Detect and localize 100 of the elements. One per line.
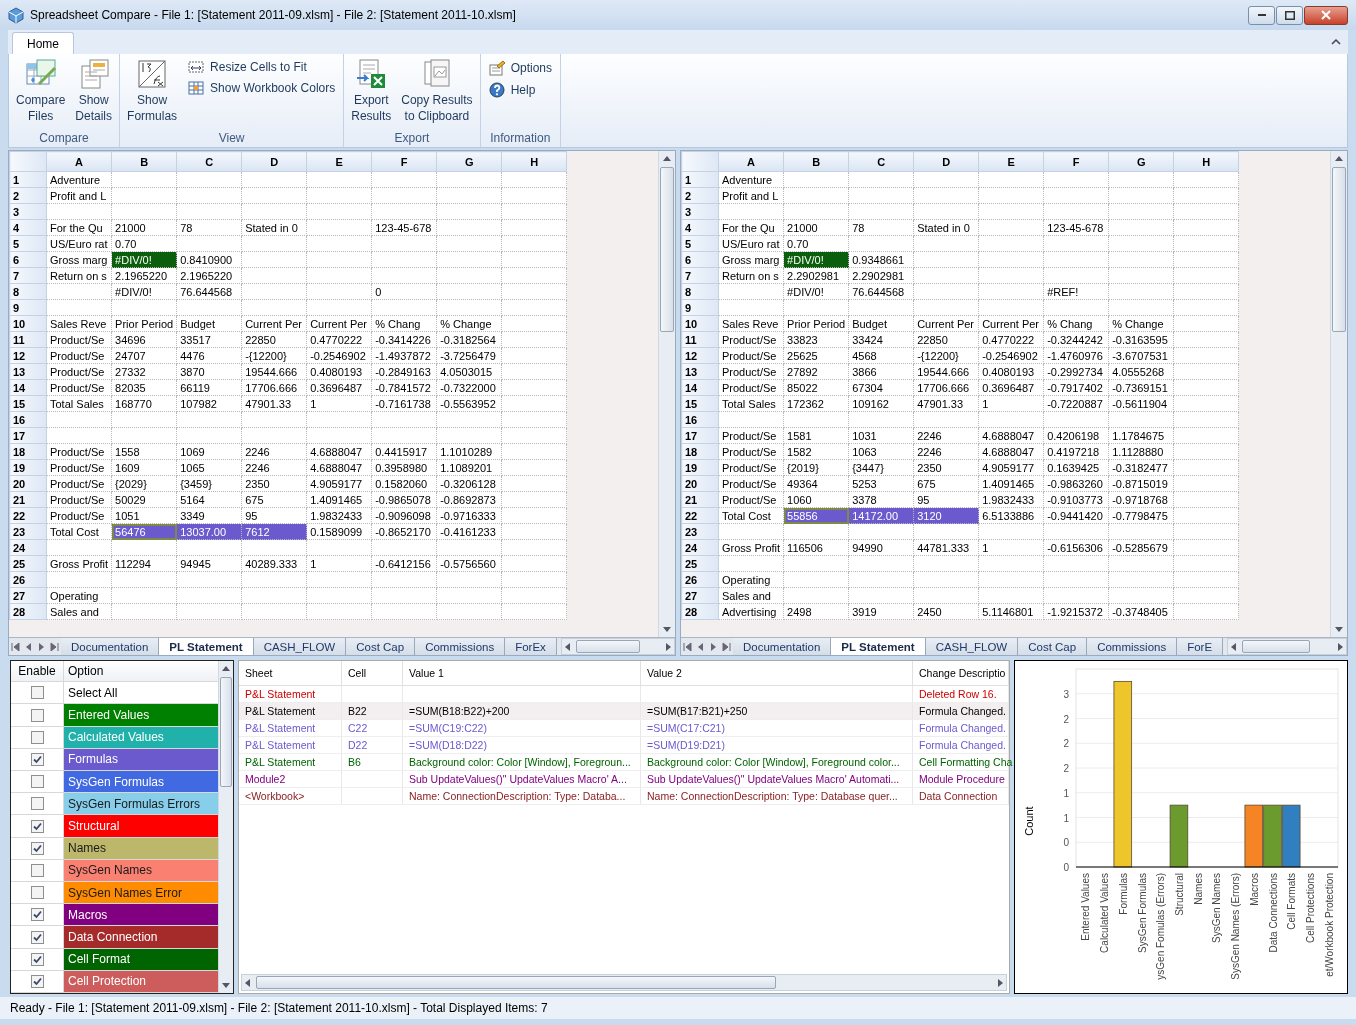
column-header[interactable]: Enable [11, 661, 64, 682]
sheet-cell[interactable]: 24707 [111, 347, 177, 364]
sheet-cell[interactable]: #DIV/0! [111, 251, 177, 268]
option-label[interactable]: Cell Format [64, 948, 218, 970]
sheet-tab[interactable]: CASH_FLOW [925, 638, 1019, 655]
sheet-cell[interactable]: 3378 [848, 491, 914, 508]
sheet-tab[interactable]: Cost Cap [346, 638, 416, 655]
sheet-cell[interactable]: 675 [241, 491, 307, 508]
option-label[interactable]: SysGen Names [64, 859, 218, 882]
sheet-cell[interactable]: 1.1010289 [436, 443, 502, 460]
sheet-cell[interactable]: -0.5285679 [1108, 539, 1174, 556]
ribbon-button[interactable]: Resize Cells to Fit [184, 58, 340, 76]
sheet-cell[interactable]: Adventure [718, 171, 784, 188]
column-header[interactable]: B [111, 151, 177, 172]
column-header[interactable]: D [241, 151, 307, 172]
sheet-cell[interactable]: 66119 [176, 379, 242, 396]
sheet-tab[interactable]: Commissions [1087, 638, 1178, 655]
sheet-cell[interactable]: Product/Se [718, 363, 784, 380]
sheet-cell[interactable]: 2246 [913, 427, 979, 444]
sheet-cell[interactable]: 2450 [913, 603, 979, 620]
sheet-cell[interactable]: -1.9215372 [1043, 603, 1109, 620]
sheet-cell[interactable]: #DIV/0! [783, 251, 849, 268]
sheet-cell[interactable]: US/Euro rat [46, 235, 112, 252]
sheet-cell[interactable]: Gross marg [718, 251, 784, 268]
sheet-cell[interactable]: 4.9059177 [978, 459, 1044, 476]
sheet-cell[interactable]: 2350 [913, 459, 979, 476]
sheet-cell[interactable]: 0.4080193 [978, 363, 1044, 380]
option-label[interactable]: Entered Values [64, 704, 218, 726]
sheet-cell[interactable]: Current Per [978, 315, 1044, 332]
sheet-cell[interactable]: 13037.00 [176, 523, 242, 540]
sheet-cell[interactable]: -0.6412156 [371, 555, 437, 572]
column-header[interactable]: E [306, 151, 372, 172]
column-header[interactable]: Value 2 [640, 661, 913, 686]
sheet-cell[interactable]: -0.9716333 [436, 507, 502, 524]
sheet-cell[interactable]: 4.6888047 [978, 443, 1044, 460]
sheet-cell[interactable]: {3447} [848, 459, 914, 476]
sheet-cell[interactable]: 34696 [111, 331, 177, 348]
sheet-cell[interactable]: -0.7369151 [1108, 379, 1174, 396]
sheet-cell[interactable]: For the Qu [46, 219, 112, 236]
sheet-cell[interactable]: 1 [306, 395, 372, 412]
column-header[interactable]: C [848, 151, 914, 172]
sheet-cell[interactable]: 94945 [176, 555, 242, 572]
sheet-cell[interactable]: -0.3244242 [1043, 331, 1109, 348]
sheet-cell[interactable]: Product/Se [46, 475, 112, 492]
sheet-cell[interactable]: 2350 [241, 475, 307, 492]
sheet-cell[interactable]: 5164 [176, 491, 242, 508]
sheet-cell[interactable]: 95 [913, 491, 979, 508]
sheet-cell[interactable]: Gross marg [46, 251, 112, 268]
column-header[interactable]: Sheet [239, 661, 342, 686]
sheet-cell[interactable]: 0.4197218 [1043, 443, 1109, 460]
change-row[interactable]: <Workbook> Name: ConnectionDescription: Type: Databa... Name: ConnectionDescription: Type: Database quer... Data Connection [239, 787, 1009, 805]
sheet-cell[interactable]: 109162 [848, 395, 914, 412]
sheet-cell[interactable]: % Chang [371, 315, 437, 332]
sheet-cell[interactable]: Sales Reve [718, 315, 784, 332]
sheet-cell[interactable]: #DIV/0! [783, 283, 849, 300]
sheet-cell[interactable]: Sales and [46, 603, 112, 620]
sheet-cell[interactable]: Product/Se [718, 475, 784, 492]
sheet-cell[interactable]: -0.9441420 [1043, 507, 1109, 524]
change-row[interactable]: P&L Statement C22 =SUM(C19:C22) =SUM(C17:C21) Formula Changed. [239, 719, 1009, 737]
sheet-cell[interactable]: 1582 [783, 443, 849, 460]
sheet-cell[interactable]: Stated in 0 [241, 219, 307, 236]
sheet-cell[interactable]: Sales Reve [46, 315, 112, 332]
sheet-cell[interactable]: -0.3163595 [1108, 331, 1174, 348]
option-label[interactable]: Formulas [64, 748, 218, 771]
sheet-cell[interactable]: 47901.33 [913, 395, 979, 412]
sheet-tab[interactable]: Documentation [61, 638, 160, 655]
sheet-cell[interactable]: 4.6888047 [306, 459, 372, 476]
sheet-cell[interactable]: 1 [306, 555, 372, 572]
ribbon-button[interactable]: Show Formulas [124, 56, 181, 126]
sheet-cell[interactable]: 7612 [241, 523, 307, 540]
sheet-cell[interactable]: 1051 [111, 507, 177, 524]
sheet-cell[interactable]: 1.9832433 [306, 507, 372, 524]
sheet-cell[interactable]: 0.4770222 [978, 331, 1044, 348]
option-label[interactable]: Macros [64, 904, 218, 926]
sheet-cell[interactable]: 172362 [783, 395, 849, 412]
sheet-cell[interactable]: -0.7917402 [1043, 379, 1109, 396]
sheet-cell[interactable]: 5.1146801 [978, 603, 1044, 620]
ribbon-button[interactable]: Options [484, 58, 556, 78]
sheet-cell[interactable]: 2498 [783, 603, 849, 620]
sheet-cell[interactable]: 3919 [848, 603, 914, 620]
sheet-cell[interactable]: {3459} [176, 475, 242, 492]
sheet-tab[interactable]: PL Statement [831, 638, 926, 655]
sheet-cell[interactable]: 0.4415917 [371, 443, 437, 460]
sheet-cell[interactable]: 2.1965220 [176, 267, 242, 284]
sheet-cell[interactable]: -0.3748405 [1108, 603, 1174, 620]
sheet-cell[interactable]: % Chang [1043, 315, 1109, 332]
sheet-cell[interactable]: Total Cost [718, 507, 784, 524]
sheet-cell[interactable]: 0 [371, 283, 437, 300]
sheet-cell[interactable]: 1.1784675 [1108, 427, 1174, 444]
column-header[interactable]: F [1043, 151, 1109, 172]
sheet-cell[interactable]: 21000 [111, 219, 177, 236]
sheet-cell[interactable]: 1.1089201 [436, 459, 502, 476]
sheet-cell[interactable]: 56476 [111, 523, 177, 540]
sheet-cell[interactable]: Return on s [718, 267, 784, 284]
sheet-cell[interactable]: 3866 [848, 363, 914, 380]
sheet-cell[interactable]: -0.5563952 [436, 395, 502, 412]
column-header[interactable]: H [501, 151, 567, 172]
sheet-cell[interactable]: Gross Profit [46, 555, 112, 572]
sheet-cell[interactable]: 21000 [783, 219, 849, 236]
sheet-cell[interactable]: 0.4080193 [306, 363, 372, 380]
